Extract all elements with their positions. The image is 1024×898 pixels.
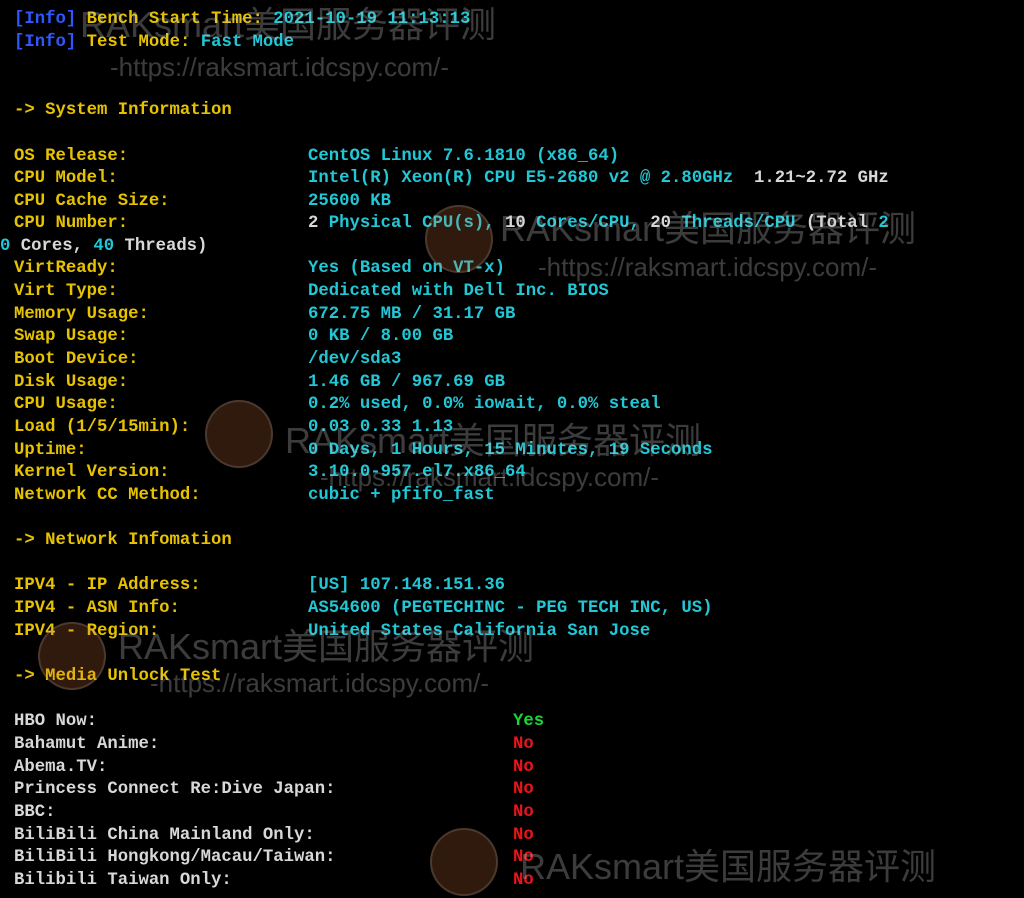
media-label-bbc: BBC: (14, 803, 56, 822)
media-result-hbo: Yes (513, 712, 545, 731)
cores-per-cpu-text: Cores/CPU, (525, 214, 651, 233)
media-label-hbo: HBO Now: (14, 712, 97, 731)
cores-text: Cores, (10, 237, 94, 256)
info-tag: [Info] (14, 10, 77, 29)
load-label: Load (1/5/15min): (14, 418, 191, 437)
ipv4-asn-value: AS54600 (PEGTECHINC - PEG TECH INC, US) (308, 599, 713, 618)
test-mode-label: Test Mode: (86, 33, 191, 52)
network-section-heading: -> Network Infomation (14, 531, 232, 550)
network-cc-label: Network CC Method: (14, 486, 201, 505)
disk-usage-label: Disk Usage: (14, 373, 129, 392)
kernel-version-label: Kernel Version: (14, 463, 170, 482)
media-result-bbc: No (513, 803, 534, 822)
total-cores-count-part: 2 (878, 214, 889, 233)
watermark-logo-icon (38, 622, 106, 690)
virt-type-value: Dedicated with Dell Inc. BIOS (308, 282, 609, 301)
media-label-bilibili-mainland: BiliBili China Mainland Only: (14, 826, 315, 845)
test-mode-line: [Info] Test Mode: Fast Mode (14, 32, 294, 54)
watermark-logo-icon (425, 205, 493, 273)
cpu-usage-value: 0.2% used, 0.0% iowait, 0.0% steal (308, 395, 661, 414)
bench-start-value: 2021-10-19 11:13:13 (273, 10, 471, 29)
memory-usage-label: Memory Usage: (14, 305, 149, 324)
watermark-url: -https://raksmart.idcspy.com/- (538, 252, 878, 282)
watermark-logo-icon (205, 400, 273, 468)
uptime-value: 0 Days, 1 Hours, 15 Minutes, 19 Seconds (308, 441, 713, 460)
swap-usage-label: Swap Usage: (14, 327, 129, 346)
info-tag: [Info] (14, 33, 77, 52)
media-label-abema: Abema.TV: (14, 758, 108, 777)
media-label-bilibili-taiwan: Bilibili Taiwan Only: (14, 871, 232, 890)
ipv4-asn-label: IPV4 - ASN Info: (14, 599, 180, 618)
bench-start-line: [Info] Bench Start Time: 2021-10-19 11:1… (14, 9, 470, 31)
swap-usage-value: 0 KB / 8.00 GB (308, 327, 454, 346)
threads-per-cpu-text: Threads/CPU (671, 214, 806, 233)
media-result-bilibili-taiwan: No (513, 871, 534, 890)
network-cc-value: cubic + pfifo_fast (308, 486, 495, 505)
media-result-bahamut: No (513, 735, 534, 754)
media-result-abema: No (513, 758, 534, 777)
media-label-bahamut: Bahamut Anime: (14, 735, 160, 754)
threads-text: Threads) (114, 237, 208, 256)
cores-per-cpu-count: 10 (505, 214, 526, 233)
cpu-model-label: CPU Model: (14, 169, 118, 188)
threads-per-cpu-count: 20 (650, 214, 671, 233)
boot-device-label: Boot Device: (14, 350, 139, 369)
cpu-cache-value: 25600 KB (308, 192, 391, 211)
watermark-brand: RAKsmart美国服务器评测 (520, 846, 937, 887)
total-text: (Total (805, 214, 879, 233)
bench-start-label: Bench Start Time: (86, 10, 263, 29)
test-mode-value: Fast Mode (200, 33, 295, 52)
cpu-frequency: 1.21~2.72 GHz (753, 169, 889, 188)
ipv4-region-value: United States California San Jose (308, 622, 651, 641)
cpu-model-value: Intel(R) Xeon(R) CPU E5-2680 v2 @ 2.80GH… (308, 168, 889, 190)
media-label-princess-connect: Princess Connect Re:Dive Japan: (14, 780, 336, 799)
cpu-model-name: Intel(R) Xeon(R) CPU E5-2680 v2 @ 2.80GH… (308, 169, 734, 188)
cpu-number-value: 2 Physical CPU(s), 10 Cores/CPU, 20 Thre… (308, 213, 889, 235)
physical-cpu-count: 2 (308, 214, 319, 233)
media-result-princess-connect: No (513, 780, 534, 799)
total-cores-count-rest: 0 (0, 237, 11, 256)
media-result-bilibili-hk-mo-tw: No (513, 848, 534, 867)
os-release-value: CentOS Linux 7.6.1810 (x86_64) (308, 147, 620, 166)
memory-usage-value: 672.75 MB / 31.17 GB (308, 305, 516, 324)
virtready-label: VirtReady: (14, 259, 118, 278)
media-label-bilibili-hk-mo-tw: BiliBili Hongkong/Macau/Taiwan: (14, 848, 336, 867)
boot-device-value: /dev/sda3 (308, 350, 402, 369)
kernel-version-value: 3.10.0-957.el7.x86_64 (308, 463, 526, 482)
uptime-label: Uptime: (14, 441, 87, 460)
total-threads-count: 40 (93, 237, 115, 256)
ipv4-address-label: IPV4 - IP Address: (14, 576, 201, 595)
virt-type-label: Virt Type: (14, 282, 118, 301)
watermark-url: -https://raksmart.idcspy.com/- (110, 52, 450, 82)
disk-usage-value: 1.46 GB / 967.69 GB (308, 373, 506, 392)
terminal-window: [Info] Bench Start Time: 2021-10-19 11:1… (0, 0, 1024, 898)
cpu-number-wrap-line: 0 Cores, 40 Threads) (0, 236, 207, 258)
watermark-logo-icon (430, 828, 498, 896)
cpu-cache-label: CPU Cache Size: (14, 192, 170, 211)
cpu-usage-label: CPU Usage: (14, 395, 118, 414)
system-section-heading: -> System Information (14, 101, 232, 120)
load-value: 0.03 0.33 1.13 (308, 418, 454, 437)
os-release-label: OS Release: (14, 147, 129, 166)
ipv4-address-value: [US] 107.148.151.36 (308, 576, 506, 595)
cpu-number-label: CPU Number: (14, 214, 129, 233)
media-result-bilibili-mainland: No (513, 826, 534, 845)
